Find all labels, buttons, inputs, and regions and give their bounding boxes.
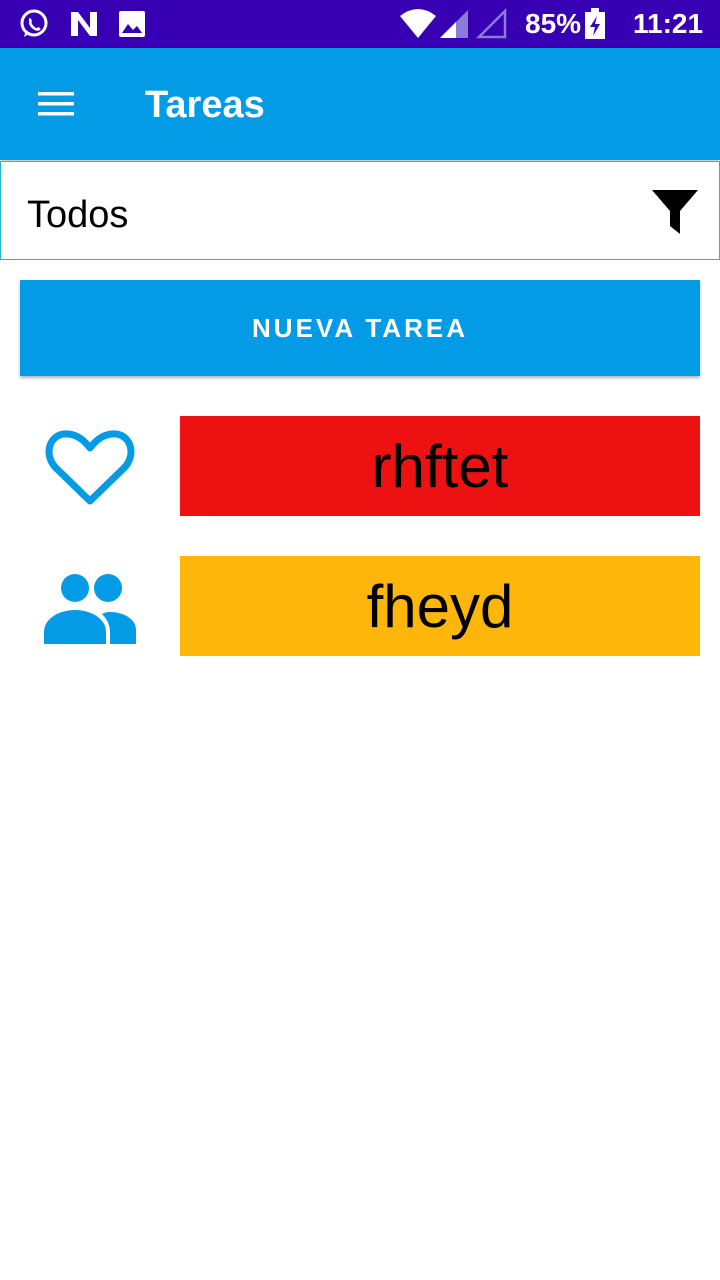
whatsapp-icon: [20, 9, 48, 37]
menu-button[interactable]: [26, 78, 86, 130]
filter-icon[interactable]: [647, 184, 703, 240]
hamburger-menu-icon: [38, 92, 74, 116]
task-label[interactable]: rhftet: [180, 416, 700, 516]
task-label[interactable]: fheyd: [180, 556, 700, 656]
heart-icon: [45, 430, 135, 505]
new-task-button[interactable]: NUEVA TAREA: [20, 280, 700, 376]
status-bar: 85% 11:21: [0, 0, 720, 48]
task-item[interactable]: fheyd: [0, 556, 720, 656]
wifi-icon: [400, 9, 436, 38]
signal-icon: [440, 10, 468, 38]
image-icon: [119, 11, 145, 37]
battery-charging-icon: [585, 8, 605, 39]
task-item[interactable]: rhftet: [0, 416, 720, 516]
filter-selected-value: Todos: [27, 194, 129, 236]
app-bar: Tareas: [0, 48, 720, 160]
filter-dropdown[interactable]: Todos: [0, 161, 720, 260]
clock: 11:21: [633, 8, 704, 39]
group-icon: [44, 574, 136, 644]
battery-percentage: 85%: [525, 8, 582, 39]
app-title: Tareas: [145, 84, 265, 126]
n-app-icon: [71, 12, 97, 36]
signal-empty-icon: [476, 8, 507, 39]
